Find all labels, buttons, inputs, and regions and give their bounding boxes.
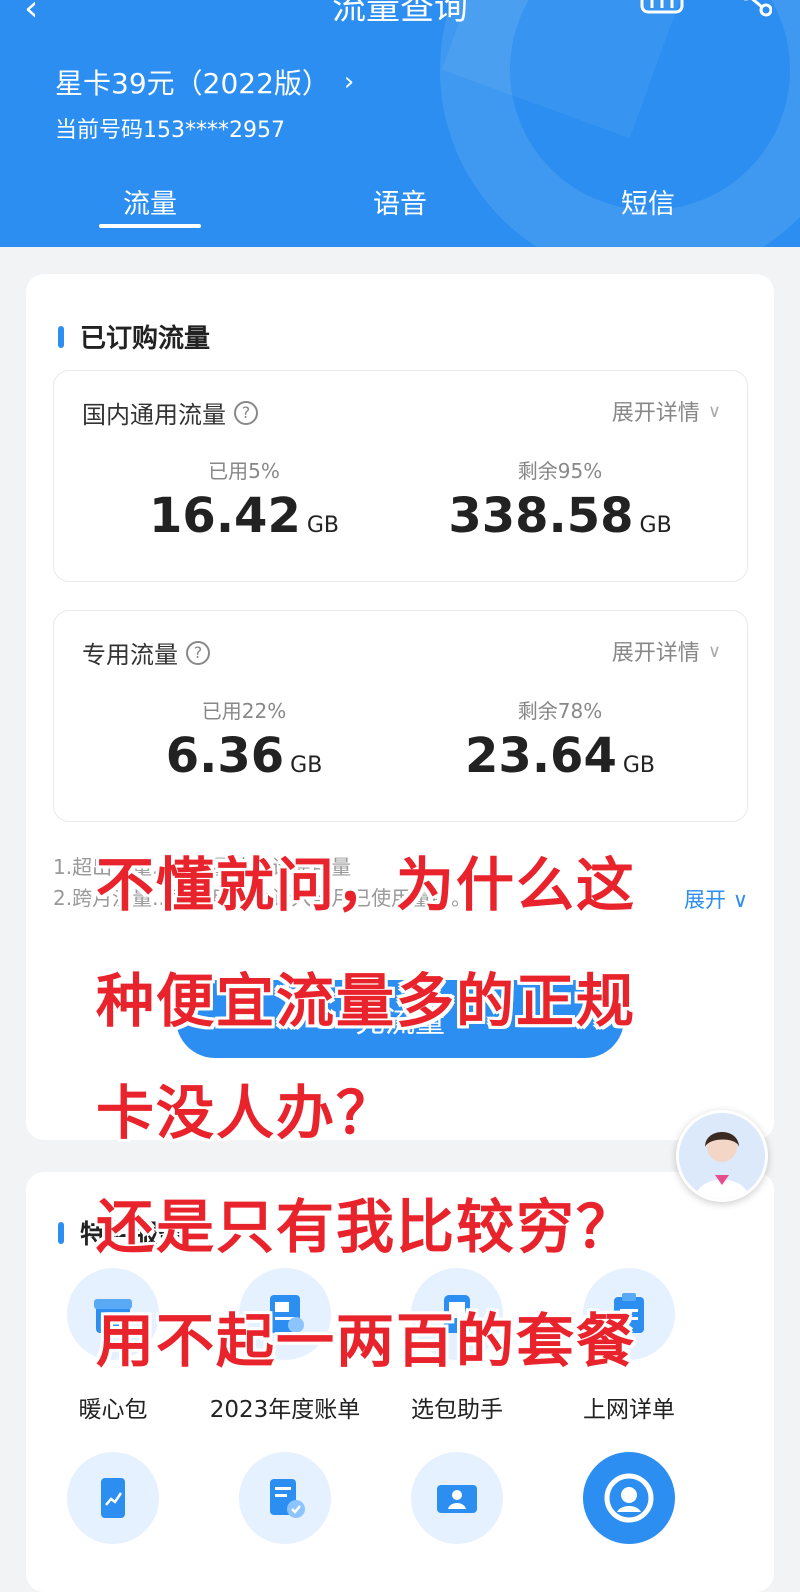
customer-service-icon[interactable] [640,0,684,16]
phone-chart-icon [67,1452,159,1544]
section-accent-bar [58,1221,64,1244]
service-label: 2023年度账单 [209,1397,361,1423]
expand-details-button[interactable]: 展开详情 ∨ [612,395,721,427]
notes-expand-link[interactable]: 展开 ∨ [684,884,748,914]
remaining-percent: 剩余95% [517,459,603,483]
purchased-data-card: 已订购流量 国内通用流量 ? 展开详情 ∨ 已用5% 16.42 GB 剩余95%… [26,274,774,1140]
id-card-icon [411,1452,503,1544]
share-icon[interactable] [738,0,772,20]
tab-sms[interactable]: 短信 [548,182,748,221]
annual-bill-icon [239,1268,331,1360]
unit-label: GB [639,513,672,538]
service-item-data-details[interactable]: 上网详单 [543,1268,715,1424]
assistant-avatar[interactable] [676,1110,768,1202]
unit-label: GB [306,513,339,538]
used-value: 6.36 [165,728,285,784]
domestic-data-box: 国内通用流量 ? 展开详情 ∨ 已用5% 16.42 GB 剩余95% 338.5… [53,370,748,582]
used-stat: 已用5% 16.42 GB [84,455,404,544]
plan-name-link[interactable]: 星卡39元（2022版） › [55,62,354,102]
dedicated-data-box: 专用流量 ? 展开详情 ∨ 已用22% 6.36 GB 剩余78% 23.64 GB [53,610,748,822]
remaining-percent: 剩余78% [517,699,603,723]
section-title-text: 已订购流量 [80,324,211,354]
chevron-down-icon: ∨ [707,640,721,662]
chevron-down-icon: ∨ [732,888,749,912]
remaining-value: 338.58 [448,488,634,544]
section-title-purchased: 已订购流量 [58,318,210,355]
gift-heart-icon [67,1268,159,1360]
section-accent-bar [58,325,64,348]
package-helper-icon [411,1268,503,1360]
help-icon[interactable]: ? [186,640,210,665]
used-value-row: 16.42 GB [84,488,404,544]
used-value: 16.42 [149,488,301,544]
service-item-package-helper[interactable]: 选包助手 [371,1268,543,1424]
service-item-document[interactable] [199,1452,371,1544]
plan-name: 星卡39元（2022版） [55,67,330,100]
used-value-row: 6.36 GB [84,728,404,784]
remaining-value-row: 23.64 GB [400,728,720,784]
used-stat: 已用22% 6.36 GB [84,695,404,784]
notes-expand-label: 展开 [684,888,726,912]
active-tab-indicator [99,224,201,228]
note-line: 1.超出流量...外流量的累计使用量 [53,855,352,879]
used-percent: 已用5% [208,459,280,483]
service-label: 上网详单 [583,1397,675,1423]
header: ‹ 流量查询 星卡39元（2022版） › 当前号码153****2957 流量… [0,0,800,247]
chevron-right-icon: › [343,67,355,97]
unit-label: GB [290,753,323,778]
remaining-value: 23.64 [465,728,617,784]
remaining-stat: 剩余95% 338.58 GB [400,455,720,544]
chevron-down-icon: ∨ [707,400,721,422]
tab-voice[interactable]: 语音 [300,182,500,221]
used-percent: 已用22% [201,699,287,723]
box-label-text: 国内通用流量 [82,401,226,429]
unit-label: GB [622,753,655,778]
expand-label: 展开详情 [611,641,700,666]
dedicated-data-label: 专用流量 ? [82,635,210,670]
note-line: 2.跨月流量...已使用量会计入当月已使用量中。 [53,886,472,910]
domestic-data-label: 国内通用流量 ? [82,395,258,430]
service-item-usage-trend[interactable] [27,1452,199,1544]
usage-notes: 1.超出流量...外流量的累计使用量 2.跨月流量...已使用量会计入当月已使用… [53,852,471,914]
expand-label: 展开详情 [611,401,700,426]
tab-data[interactable]: 流量 [50,182,250,221]
section-title-services: 特色服务 [58,1214,184,1251]
remaining-stat: 剩余78% 23.64 GB [400,695,720,784]
help-icon[interactable]: ? [234,400,258,425]
doc-check-icon [239,1452,331,1544]
service-label: 选包助手 [411,1397,503,1423]
recharge-data-button[interactable]: 充流量 [176,980,624,1058]
service-item-annual-bill[interactable]: 2023年度账单 [199,1268,371,1424]
expand-details-button[interactable]: 展开详情 ∨ [612,635,721,667]
clipboard-icon [583,1268,675,1360]
service-item-support[interactable] [543,1452,715,1544]
section-title-text: 特色服务 [80,1220,185,1250]
service-label: 暖心包 [78,1397,148,1423]
service-item-warm-pack[interactable]: 暖心包 [27,1268,199,1424]
service-item-identity[interactable] [371,1452,543,1544]
remaining-value-row: 338.58 GB [400,488,720,544]
featured-services-card: 特色服务 暖心包 2023年度账单 选包助手 上网详单 [26,1172,774,1592]
box-label-text: 专用流量 [82,641,178,669]
support-agent-icon [583,1452,675,1544]
phone-number: 当前号码153****2957 [55,118,285,143]
